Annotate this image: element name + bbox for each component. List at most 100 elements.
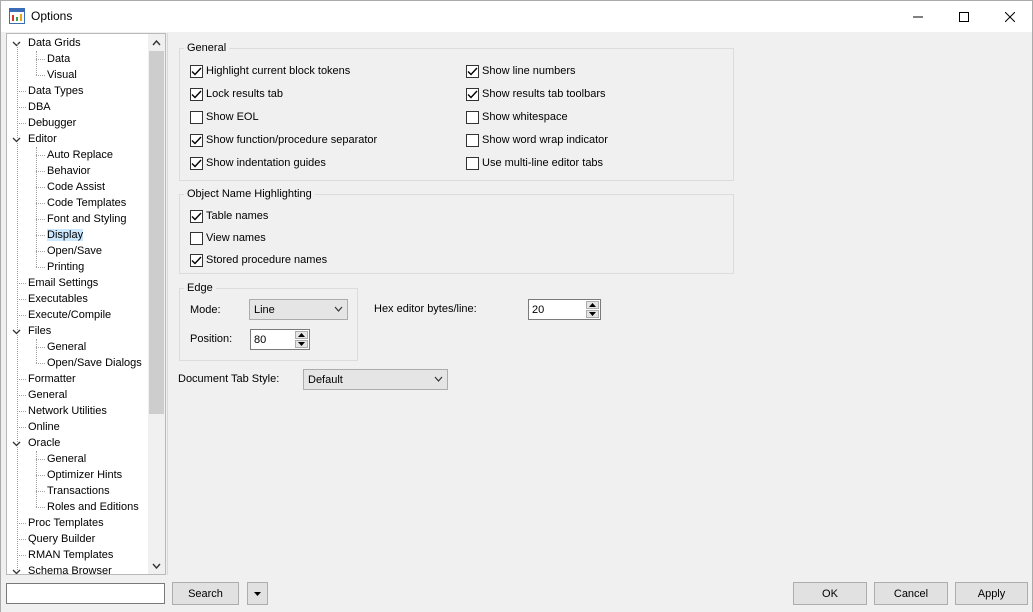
tree-item[interactable]: Email Settings [28,275,98,291]
tree-item[interactable]: Printing [47,259,84,275]
tree-item-label: Printing [47,261,85,273]
general-right-checkbox[interactable]: Show results tab toolbars [466,86,606,102]
general-left-checkbox[interactable]: Show indentation guides [190,155,326,171]
spin-up-icon[interactable] [295,331,308,339]
tree-item[interactable]: Query Builder [28,531,95,547]
tree-item[interactable]: Data [47,51,70,67]
tree-item[interactable]: Editor [28,131,57,147]
minimize-button[interactable] [895,1,941,32]
tree-item[interactable]: Transactions [47,483,110,499]
close-button[interactable] [987,1,1033,32]
tree-item-label: Online [28,421,60,433]
tree-connector [17,315,26,316]
tree-item[interactable]: DBA [28,99,51,115]
apply-button[interactable]: Apply [955,582,1028,605]
edge-mode-label: Mode: [190,304,221,316]
document-tab-style-select[interactable]: Default [303,369,448,390]
tree-item[interactable]: Auto Replace [47,147,113,163]
object-highlighting-title: Object Name Highlighting [184,187,315,201]
tree-item-label: Data [47,53,71,65]
tree-item[interactable]: RMAN Templates [28,547,113,563]
general-left-checkbox[interactable]: Show EOL [190,109,259,125]
tree-connector [17,44,18,574]
general-left-checkbox[interactable]: Highlight current block tokens [190,63,350,79]
checkmark-icon[interactable] [190,133,203,147]
tree-item[interactable]: Font and Styling [47,211,127,227]
spin-down-icon[interactable] [295,340,308,348]
checkbox-label: Show EOL [206,111,259,123]
spin-up-icon[interactable] [586,301,599,309]
tree-item[interactable]: Data Types [28,83,83,99]
checkbox-label: Show line numbers [482,65,576,77]
object-highlighting-group: Object Name Highlighting Table names View… [179,187,734,274]
tree-item-label: Email Settings [28,277,99,289]
checkmark-icon[interactable] [466,87,479,101]
checkmark-icon[interactable] [190,209,203,223]
general-right-checkbox[interactable]: Show line numbers [466,63,576,79]
tree-connector [36,59,45,60]
checkbox-empty-icon[interactable] [466,156,479,170]
general-right-checkbox[interactable]: Show whitespace [466,109,568,125]
tree-connector [36,507,45,508]
general-left-checkbox[interactable]: Lock results tab [190,86,283,102]
scroll-up-arrow-icon[interactable] [148,34,165,51]
scroll-down-arrow-icon[interactable] [148,557,165,574]
cancel-button[interactable]: Cancel [874,582,948,605]
checkmark-icon[interactable] [190,156,203,170]
search-options-button[interactable] [247,582,268,605]
tree-item[interactable]: Open/Save Dialogs [47,355,142,371]
tree-item[interactable]: Execute/Compile [28,307,111,323]
search-button[interactable]: Search [172,582,239,605]
checkmark-icon[interactable] [466,64,479,78]
tree-item[interactable]: Formatter [28,371,76,387]
options-tree[interactable]: Data Grids Data Visual Data Types DBA Debugge… [6,33,166,575]
tree-item[interactable]: Code Assist [47,179,105,195]
checkmark-icon[interactable] [190,64,203,78]
tree-item[interactable]: Executables [28,291,88,307]
tree-item-label: Data Types [28,85,84,97]
tree-item[interactable]: Debugger [28,115,76,131]
tree-item[interactable]: Proc Templates [28,515,104,531]
tree-item[interactable]: Roles and Editions [47,499,139,515]
edge-mode-select[interactable]: Line [249,299,348,320]
general-left-checkbox[interactable]: Show function/procedure separator [190,132,377,148]
object-highlighting-checkbox[interactable]: Stored procedure names [190,252,327,268]
object-highlighting-checkbox[interactable]: View names [190,230,266,246]
tree-item[interactable]: General [28,387,67,403]
tree-item-label: Transactions [47,485,110,497]
search-input[interactable] [6,583,165,604]
checkbox-empty-icon[interactable] [466,133,479,147]
tree-item[interactable]: Optimizer Hints [47,467,122,483]
tree-item[interactable]: Network Utilities [28,403,107,419]
tree-item[interactable]: Behavior [47,163,90,179]
tree-item[interactable]: General [47,339,86,355]
checkbox-empty-icon[interactable] [466,110,479,124]
spin-down-icon[interactable] [586,310,599,318]
general-right-checkbox[interactable]: Show word wrap indicator [466,132,608,148]
checkmark-icon[interactable] [190,87,203,101]
hex-bytes-stepper[interactable]: 20 [528,299,601,320]
object-highlighting-checkbox[interactable]: Table names [190,208,268,224]
tree-item[interactable]: Schema Browser [28,563,112,574]
tree-item[interactable]: Online [28,419,60,435]
scroll-thumb[interactable] [149,51,164,414]
checkbox-empty-icon[interactable] [190,231,203,245]
general-right-checkbox[interactable]: Use multi-line editor tabs [466,155,603,171]
edge-position-stepper[interactable]: 80 [250,329,310,350]
tree-item[interactable]: Data Grids [28,35,81,51]
tree-item[interactable]: General [47,451,86,467]
tree-item[interactable]: Oracle [28,435,60,451]
tree-item[interactable]: Open/Save [47,243,102,259]
maximize-button[interactable] [941,1,987,32]
tree-item[interactable]: Code Templates [47,195,126,211]
tree-connector [36,203,45,204]
checkbox-empty-icon[interactable] [190,110,203,124]
tree-connector [36,475,45,476]
tree-item-label: Oracle [28,437,61,449]
tree-item[interactable]: Display [47,227,84,243]
tree-item[interactable]: Visual [47,67,77,83]
tree-scrollbar[interactable] [148,34,165,574]
ok-button[interactable]: OK [793,582,867,605]
tree-item[interactable]: Files [28,323,51,339]
checkmark-icon[interactable] [190,253,203,267]
